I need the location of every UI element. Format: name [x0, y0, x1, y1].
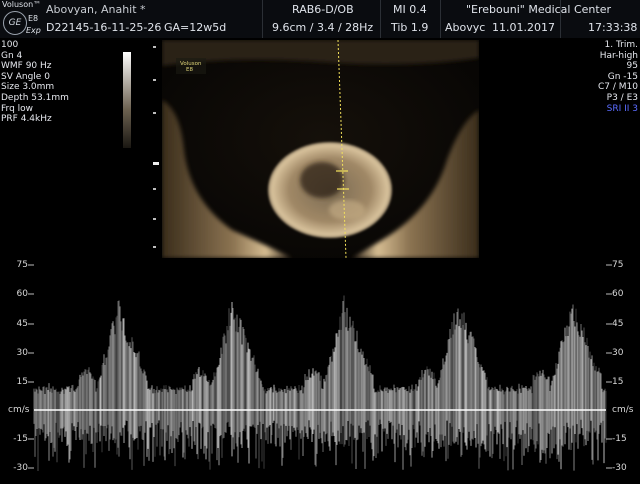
param-line: 1. Trim. — [604, 40, 638, 50]
scale-tick-left: 45 — [16, 319, 28, 329]
scale-tick-left: 75 — [16, 260, 28, 270]
depth-tick — [153, 46, 156, 48]
param-line: SV Angle 0 — [1, 71, 50, 82]
depth-frequency: 9.6cm / 3.4 / 28Hz — [272, 21, 374, 34]
header-divider — [380, 0, 381, 38]
mi-index: MI 0.4 — [393, 3, 427, 16]
scale-tick-right: 15 — [612, 377, 624, 387]
scale-tick-right: 30 — [612, 348, 624, 358]
param-line: Har-high — [599, 50, 638, 61]
model-sub-label: Exp — [26, 26, 41, 35]
ultrasound-image: Voluson E8 — [162, 40, 479, 258]
scale-tick-right: 60 — [612, 289, 624, 299]
doppler-spectrum — [28, 264, 612, 471]
tib-index: Tib 1.9 — [391, 21, 429, 34]
doppler-parameters: 100 Gn 4 WMF 90 Hz SV Angle 0 Size 3.0mm… — [1, 40, 91, 125]
depth-tick — [153, 246, 156, 248]
spectrum-marks — [28, 264, 612, 471]
scale-tick-left: 30 — [16, 348, 28, 358]
ultrasound-scan: Voluson E8 — [162, 40, 479, 258]
model-label: E8 — [28, 14, 39, 23]
doppler-spectrum-panel: 75 60 45 30 15 cm/s -15 -30 75 60 45 30 … — [0, 260, 640, 480]
institution-name: "Erebouni" Medical Center — [466, 3, 611, 16]
param-line: 100 — [1, 40, 24, 50]
scale-tick-left: -30 — [13, 463, 28, 473]
param-line: C7 / M10 — [598, 82, 638, 93]
scale-tick-right: -30 — [612, 463, 627, 473]
image-parameters: 1. Trim. Har-high 95 Gn -15 C7 / M10 P3 … — [548, 40, 638, 114]
header-divider — [262, 0, 263, 38]
focus-marker — [153, 162, 159, 165]
param-line: Size 3.0mm — [1, 82, 55, 93]
param-line: Depth 53.1mm — [1, 92, 69, 103]
ge-logo-icon: GE — [3, 11, 27, 35]
voluson-logo: Voluson™ GE E8 Exp — [0, 0, 44, 38]
gestational-age: GA=12w5d — [164, 21, 227, 34]
param-line: Gn 4 — [1, 50, 23, 61]
header-divider — [560, 0, 561, 38]
scale-tick-right: -15 — [612, 434, 627, 444]
param-line: WMF 90 Hz — [1, 61, 52, 72]
sri-label: SRI II 3 — [606, 103, 638, 114]
param-line: 95 — [626, 61, 638, 72]
param-line: P3 / E3 — [606, 92, 638, 103]
patient-id: D22145-16-11-25-26 — [46, 21, 162, 34]
patient-name: Abovyan, Anahit * — [46, 3, 146, 16]
header-divider — [440, 0, 441, 38]
scale-tick-right: 75 — [612, 260, 624, 270]
grayscale-bar — [123, 52, 131, 148]
scale-tick-left: 15 — [16, 377, 28, 387]
depth-tick — [153, 79, 156, 81]
scale-tick-right: 45 — [612, 319, 624, 329]
watermark-line2: E8 — [186, 67, 193, 73]
depth-tick — [153, 188, 156, 190]
depth-tick — [153, 218, 156, 220]
unit-label-right: cm/s — [612, 405, 634, 415]
exam-date: 11.01.2017 — [492, 21, 555, 34]
scale-tick-left: -15 — [13, 434, 28, 444]
unit-label: cm/s — [8, 405, 30, 415]
probe-label: RAB6-D/OB — [292, 3, 354, 16]
scale-tick-left: 60 — [16, 289, 28, 299]
exam-time: 17:33:38 — [588, 21, 638, 34]
param-line: Gn -15 — [607, 71, 638, 82]
header-bar: Voluson™ GE E8 Exp Abovyan, Anahit * D22… — [0, 0, 640, 38]
depth-tick — [153, 112, 156, 114]
brand-label: Voluson™ — [2, 0, 42, 9]
param-line: PRF 4.4kHz — [1, 114, 52, 125]
param-line: Frq low — [1, 103, 34, 114]
operator-label: Abovyc — [445, 21, 486, 34]
